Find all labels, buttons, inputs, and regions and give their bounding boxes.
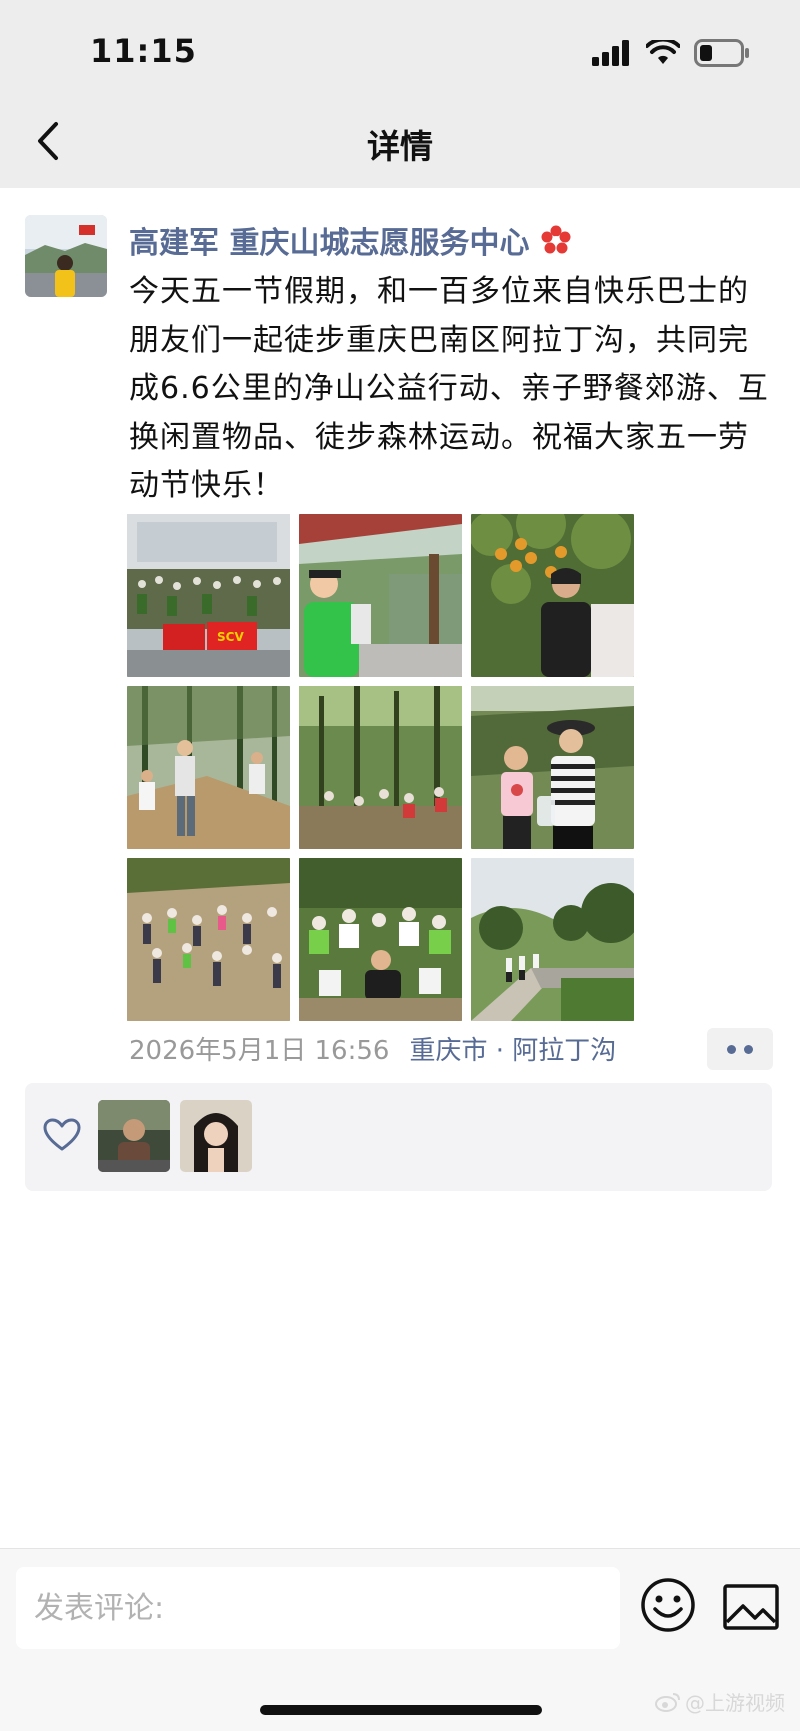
photo-grid: SCV xyxy=(127,514,634,1021)
dot-icon xyxy=(744,1044,753,1054)
comment-input[interactable] xyxy=(16,1567,620,1649)
heart-outline-icon xyxy=(43,1118,81,1151)
wifi-icon xyxy=(646,40,680,64)
comment-bar: @上游视频 xyxy=(0,1548,800,1731)
author-avatar[interactable] xyxy=(25,215,107,297)
photo-1[interactable]: SCV xyxy=(127,514,290,677)
home-indicator xyxy=(260,1705,542,1715)
top-bar: 11:15 详情 xyxy=(0,0,800,188)
status-time: 11:15 xyxy=(90,32,197,70)
photo-2[interactable] xyxy=(299,514,462,677)
watermark-text: @上游视频 xyxy=(685,1691,785,1715)
photo-3[interactable] xyxy=(471,514,634,677)
likes-panel xyxy=(25,1083,772,1191)
red-flower-icon xyxy=(541,225,571,254)
watermark: @上游视频 xyxy=(655,1687,785,1716)
photo-4[interactable] xyxy=(127,686,290,849)
author-name-text[interactable]: 高建军 重庆山城志愿服务中心 xyxy=(129,218,529,262)
smiley-icon[interactable] xyxy=(640,1577,696,1633)
image-icon[interactable] xyxy=(723,1584,779,1630)
post-location[interactable]: 重庆市 · 阿拉丁沟 xyxy=(409,1030,616,1067)
photo-6[interactable] xyxy=(471,686,634,849)
like-avatar-1[interactable] xyxy=(98,1100,170,1172)
post-text: 今天五一节假期，和一百多位来自快乐巴士的朋友们一起徒步重庆巴南区阿拉丁沟，共同完… xyxy=(129,274,769,503)
weibo-logo-icon xyxy=(655,1692,680,1712)
dot-icon xyxy=(727,1044,736,1054)
post-date: 2026年5月1日 16:56 xyxy=(129,1036,390,1066)
battery-icon xyxy=(694,39,749,67)
signal-icon xyxy=(592,40,629,66)
photo-7[interactable] xyxy=(127,858,290,1021)
post-meta: 2026年5月1日 16:56 重庆市 · 阿拉丁沟 xyxy=(129,1030,616,1067)
status-icons xyxy=(592,38,750,68)
author-name[interactable]: 高建军 重庆山城志愿服务中心 xyxy=(129,218,571,262)
photo-5[interactable] xyxy=(299,686,462,849)
more-actions-button[interactable] xyxy=(707,1028,773,1070)
photo-9[interactable] xyxy=(471,858,634,1021)
photo-8[interactable] xyxy=(299,858,462,1021)
page-title: 详情 xyxy=(367,127,433,166)
banner-text: SCV xyxy=(217,630,244,644)
like-avatar-2[interactable] xyxy=(180,1100,252,1172)
